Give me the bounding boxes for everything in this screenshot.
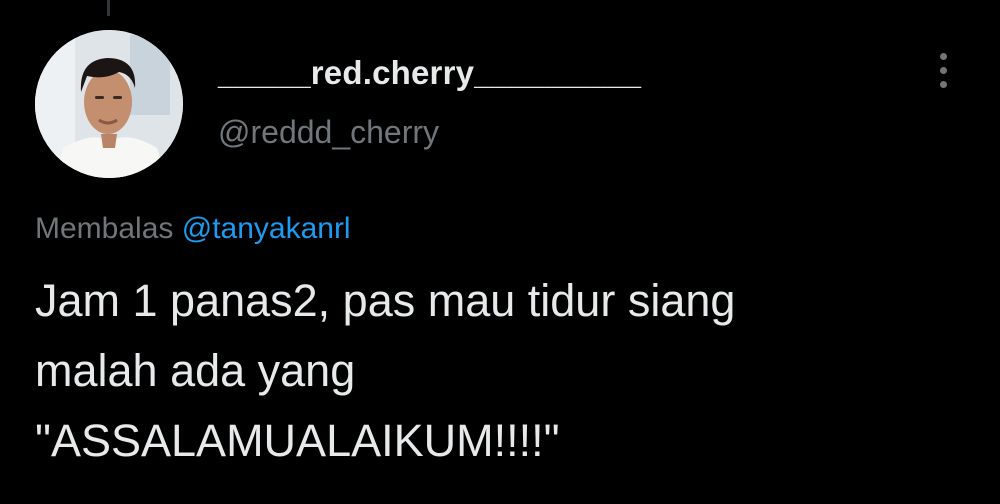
author-handle[interactable]: @reddd_cherry — [218, 114, 439, 151]
replying-to-label: Membalas — [35, 212, 174, 245]
avatar[interactable] — [35, 30, 183, 178]
profile-photo-icon — [35, 30, 183, 178]
tweet-text-line: "ASSALAMUALAIKUM!!!!" — [35, 415, 560, 466]
tweet-text-line: malah ada yang — [35, 345, 356, 396]
more-options-button[interactable] — [928, 50, 958, 90]
tweet-text: Jam 1 panas2, pas mau tidur siang malah … — [35, 266, 975, 476]
more-vertical-icon — [940, 53, 947, 60]
thread-connector-line — [107, 0, 110, 16]
replying-to-mention-link[interactable]: @tanyakanrl — [182, 212, 351, 245]
author-display-name[interactable]: _____red.cherry_________ — [218, 54, 641, 92]
replying-to: Membalas @tanyakanrl — [35, 212, 351, 246]
tweet-text-line: Jam 1 panas2, pas mau tidur siang — [35, 275, 736, 326]
tweet-view: _____red.cherry_________ @reddd_cherry M… — [0, 0, 1000, 504]
